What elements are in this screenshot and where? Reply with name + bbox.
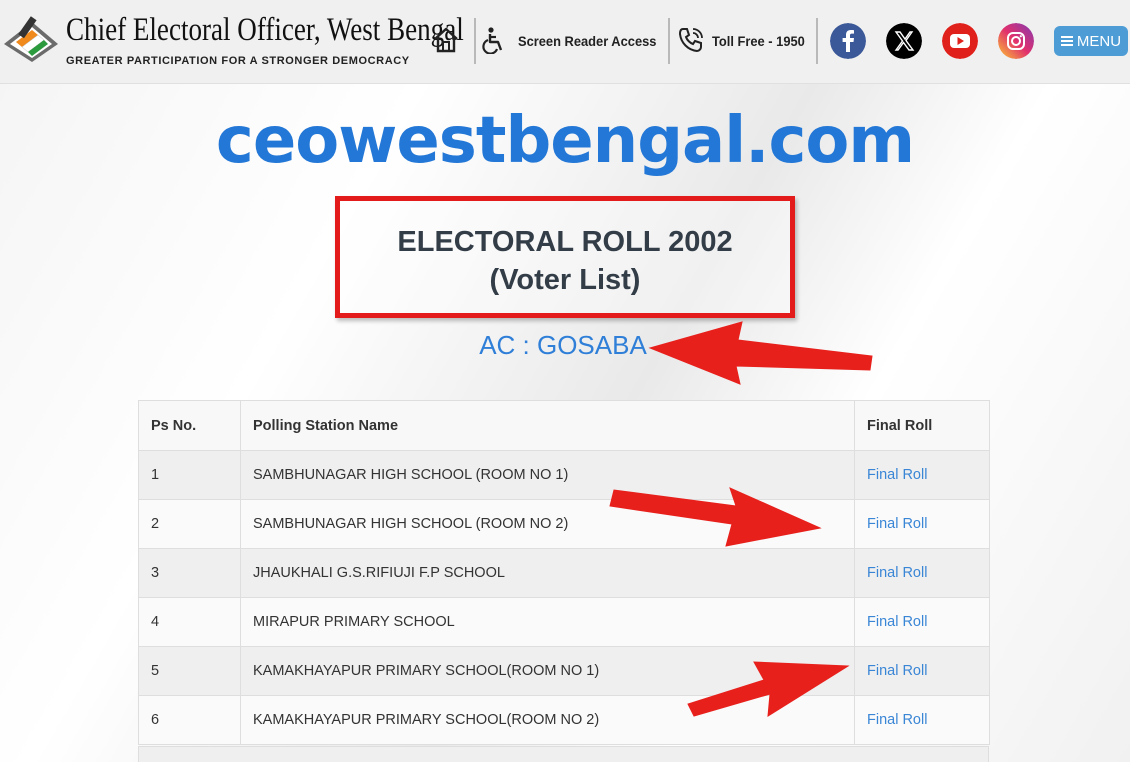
final-roll-link[interactable]: Final Roll xyxy=(854,499,990,549)
station-name-cell: KAMAKHAYAPUR PRIMARY SCHOOL(ROOM NO 1) xyxy=(240,646,855,696)
ps-no-cell: 2 xyxy=(138,499,241,549)
nav-divider xyxy=(816,18,818,64)
final-roll-link[interactable]: Final Roll xyxy=(854,646,990,696)
table-row-partial xyxy=(138,746,989,762)
ballot-logo-icon[interactable] xyxy=(2,14,60,64)
ps-no-cell: 1 xyxy=(138,450,241,500)
table-row: 6 KAMAKHAYAPUR PRIMARY SCHOOL(ROOM NO 2)… xyxy=(138,695,990,745)
ps-no-cell: 5 xyxy=(138,646,241,696)
table-row: 5 KAMAKHAYAPUR PRIMARY SCHOOL(ROOM NO 1)… xyxy=(138,646,990,696)
nav-divider xyxy=(668,18,670,64)
station-name-cell: JHAUKHALI G.S.RIFIUJI F.P SCHOOL xyxy=(240,548,855,598)
station-name-cell: SAMBHUNAGAR HIGH SCHOOL (ROOM NO 1) xyxy=(240,450,855,500)
ps-no-cell: 3 xyxy=(138,548,241,598)
final-roll-link[interactable]: Final Roll xyxy=(854,548,990,598)
page-title: ELECTORAL ROLL 2002 xyxy=(397,226,733,258)
table-header-row: Ps No. Polling Station Name Final Roll xyxy=(138,400,990,451)
table-row: 3 JHAUKHALI G.S.RIFIUJI F.P SCHOOL Final… xyxy=(138,548,990,598)
facebook-icon[interactable] xyxy=(830,23,866,59)
ps-no-cell: 4 xyxy=(138,597,241,647)
x-twitter-icon[interactable] xyxy=(886,23,922,59)
final-roll-link[interactable]: Final Roll xyxy=(854,597,990,647)
nav-divider xyxy=(474,18,476,64)
ps-no-cell: 6 xyxy=(138,695,241,745)
page-subtitle: (Voter List) xyxy=(489,264,641,296)
column-header-station-name: Polling Station Name xyxy=(240,400,855,451)
station-name-cell: SAMBHUNAGAR HIGH SCHOOL (ROOM NO 2) xyxy=(240,499,855,549)
column-header-ps-no: Ps No. xyxy=(138,400,241,451)
assembly-constituency-label: AC : GOSABA xyxy=(479,330,647,360)
table-row: 2 SAMBHUNAGAR HIGH SCHOOL (ROOM NO 2) Fi… xyxy=(138,499,990,549)
menu-button-label: MENU xyxy=(1076,32,1122,50)
final-roll-link[interactable]: Final Roll xyxy=(854,695,990,745)
station-name-cell: KAMAKHAYAPUR PRIMARY SCHOOL(ROOM NO 2) xyxy=(240,695,855,745)
logo-title[interactable]: Chief Electoral Officer, West Bengal xyxy=(66,12,464,49)
site-watermark: ceowestbengal.com xyxy=(215,104,915,178)
menu-button[interactable]: MENU xyxy=(1054,26,1128,56)
table-row: 4 MIRAPUR PRIMARY SCHOOL Final Roll xyxy=(138,597,990,647)
accessibility-icon[interactable] xyxy=(482,26,508,54)
logo-tagline: GREATER PARTICIPATION FOR A STRONGER DEM… xyxy=(66,55,410,67)
column-header-final-roll: Final Roll xyxy=(854,400,990,451)
phone-icon[interactable] xyxy=(677,26,705,54)
screen-reader-link[interactable]: Screen Reader Access xyxy=(518,33,656,49)
toll-free-link[interactable]: Toll Free - 1950 xyxy=(712,33,805,49)
site-header: Chief Electoral Officer, West Bengal GRE… xyxy=(0,0,1130,84)
final-roll-link[interactable]: Final Roll xyxy=(854,450,990,500)
hamburger-icon xyxy=(1060,36,1073,46)
station-name-cell: MIRAPUR PRIMARY SCHOOL xyxy=(240,597,855,647)
youtube-icon[interactable] xyxy=(942,23,978,59)
instagram-icon[interactable] xyxy=(998,23,1034,59)
home-icon[interactable] xyxy=(432,26,460,54)
polling-station-table: Ps No. Polling Station Name Final Roll 1… xyxy=(138,400,990,745)
table-row: 1 SAMBHUNAGAR HIGH SCHOOL (ROOM NO 1) Fi… xyxy=(138,450,990,500)
